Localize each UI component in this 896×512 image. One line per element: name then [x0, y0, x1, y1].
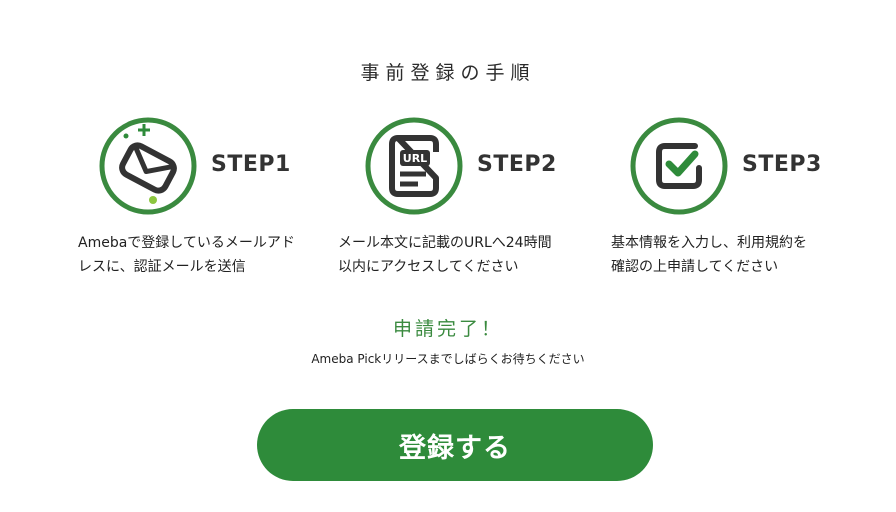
complete-title: 申請完了！ [392, 318, 503, 340]
step-2-description: メール本文に記載のURLへ24時間 以内にアクセスしてください [338, 235, 552, 275]
step-3: STEP3 [629, 116, 889, 216]
step-3-description: 基本情報を入力し、利用規約を 確認の上申請してください [611, 235, 807, 275]
register-button[interactable]: 登録する [257, 409, 653, 481]
mail-envelope-icon [98, 116, 198, 216]
page-title: 事前登録の手順 [360, 62, 536, 84]
step-1-label: STEP1 [211, 152, 291, 177]
checkbox-icon [629, 116, 729, 216]
step-2: URL STEP2 [364, 116, 624, 216]
step-3-label: STEP3 [742, 152, 822, 177]
wait-message: Ameba Pickリリースまでしばらくお待ちください [311, 352, 585, 366]
step-2-label: STEP2 [477, 152, 557, 177]
svg-text:URL: URL [403, 152, 427, 165]
step-1: STEP1 [98, 116, 358, 216]
step-1-description: Amebaで登録しているメールアド レスに、認証メールを送信 [78, 235, 295, 275]
url-document-icon: URL [364, 116, 464, 216]
